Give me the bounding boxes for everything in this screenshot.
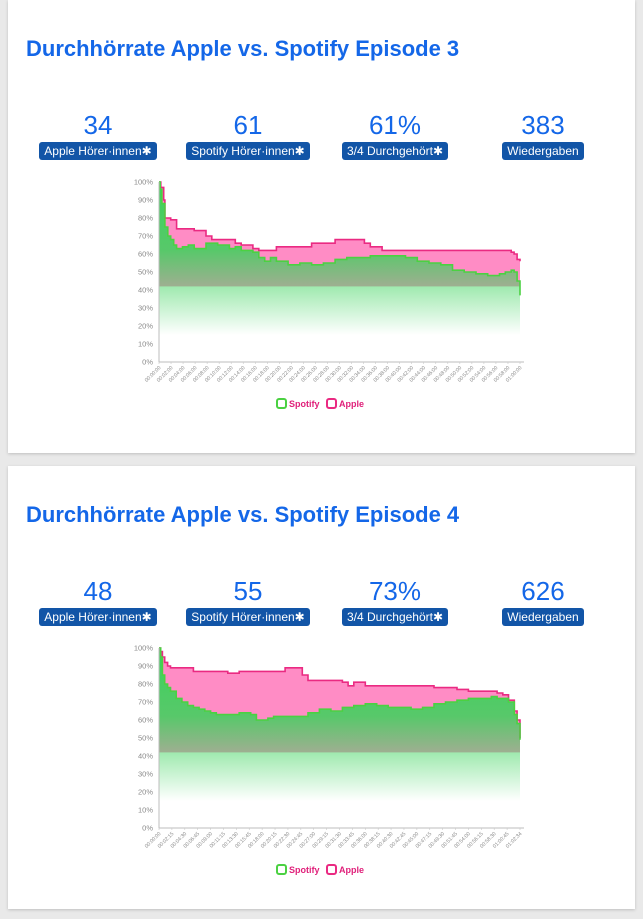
- stat-label: Apple Hörer·innen✱: [39, 142, 157, 160]
- stat-value: 73%: [368, 576, 422, 606]
- stat-value: 48: [83, 576, 113, 606]
- stat-plays: 626 Wiedergaben: [473, 576, 613, 626]
- y-tick-label: 60%: [138, 250, 153, 259]
- stat-label: Wiedergaben: [502, 142, 584, 160]
- stat-label: 3/4 Durchgehört✱: [341, 142, 449, 160]
- y-tick-label: 80%: [138, 680, 153, 689]
- y-tick-label: 30%: [138, 770, 153, 779]
- y-tick-label: 30%: [138, 304, 153, 313]
- y-tick-label: 0%: [142, 824, 153, 833]
- legend-item-spotify[interactable]: Spotify: [276, 398, 320, 409]
- episode-3-card: Durchhörrate Apple vs. Spotify Episode 3…: [8, 0, 635, 453]
- stat-label: Spotify Hörer·innen✱: [186, 608, 310, 626]
- y-tick-label: 90%: [138, 662, 153, 671]
- card-title: Durchhörrate Apple vs. Spotify Episode 3: [26, 36, 460, 61]
- stat-value: 626: [521, 576, 565, 606]
- stat-value: 61%: [368, 110, 422, 140]
- y-tick-label: 10%: [138, 806, 153, 815]
- stat-spotify-listeners: 55 Spotify Hörer·innen✱: [178, 576, 318, 626]
- card-title: Durchhörrate Apple vs. Spotify Episode 4: [26, 502, 460, 527]
- legend-label: Apple: [339, 864, 365, 875]
- y-tick-label: 70%: [138, 698, 153, 707]
- stat-value: 383: [521, 110, 565, 140]
- stat-completion-rate: 61% 3/4 Durchgehört✱: [325, 110, 465, 160]
- y-tick-label: 20%: [138, 788, 153, 797]
- retention-chart: 100%90%80%70%60%50%40%30%20%10%0%00:00:0…: [134, 644, 524, 850]
- legend-label: Spotify: [289, 398, 320, 409]
- y-tick-label: 70%: [138, 232, 153, 241]
- chart-legend: Spotify Apple: [276, 864, 368, 877]
- y-tick-label: 100%: [134, 644, 154, 653]
- stat-apple-listeners: 48 Apple Hörer·innen✱: [28, 576, 168, 626]
- legend-label: Spotify: [289, 864, 320, 875]
- y-tick-label: 0%: [142, 358, 153, 367]
- stat-label: 3/4 Durchgehört✱: [341, 608, 449, 626]
- legend-swatch-apple: [326, 398, 338, 409]
- stat-plays: 383 Wiedergaben: [473, 110, 613, 160]
- legend-label: Apple: [339, 398, 365, 409]
- y-tick-label: 100%: [134, 178, 154, 187]
- y-tick-label: 50%: [138, 734, 153, 743]
- retention-chart: 100%90%80%70%60%50%40%30%20%10%0%00:00:0…: [134, 178, 524, 384]
- y-tick-label: 10%: [138, 340, 153, 349]
- y-tick-label: 60%: [138, 716, 153, 725]
- y-tick-label: 20%: [138, 322, 153, 331]
- legend-swatch-spotify: [276, 864, 287, 875]
- chart-legend: Spotify Apple: [276, 398, 368, 411]
- legend-item-apple[interactable]: Apple: [326, 864, 364, 875]
- stat-value: 55: [233, 576, 263, 606]
- stat-label: Apple Hörer·innen✱: [39, 608, 157, 626]
- y-tick-label: 90%: [138, 196, 153, 205]
- stat-value: 61: [233, 110, 263, 140]
- stat-value: 34: [83, 110, 113, 140]
- legend-item-apple[interactable]: Apple: [326, 398, 364, 409]
- y-tick-label: 50%: [138, 268, 153, 277]
- legend-item-spotify[interactable]: Spotify: [276, 864, 320, 875]
- stat-apple-listeners: 34 Apple Hörer·innen✱: [28, 110, 168, 160]
- legend-swatch-apple: [326, 864, 338, 875]
- legend-swatch-spotify: [276, 398, 287, 409]
- stat-spotify-listeners: 61 Spotify Hörer·innen✱: [178, 110, 318, 160]
- stat-label: Spotify Hörer·innen✱: [186, 142, 310, 160]
- y-tick-label: 40%: [138, 752, 153, 761]
- y-tick-label: 40%: [138, 286, 153, 295]
- stat-completion-rate: 73% 3/4 Durchgehört✱: [325, 576, 465, 626]
- episode-4-card: Durchhörrate Apple vs. Spotify Episode 4…: [8, 466, 635, 909]
- stat-label: Wiedergaben: [502, 608, 584, 626]
- y-tick-label: 80%: [138, 214, 153, 223]
